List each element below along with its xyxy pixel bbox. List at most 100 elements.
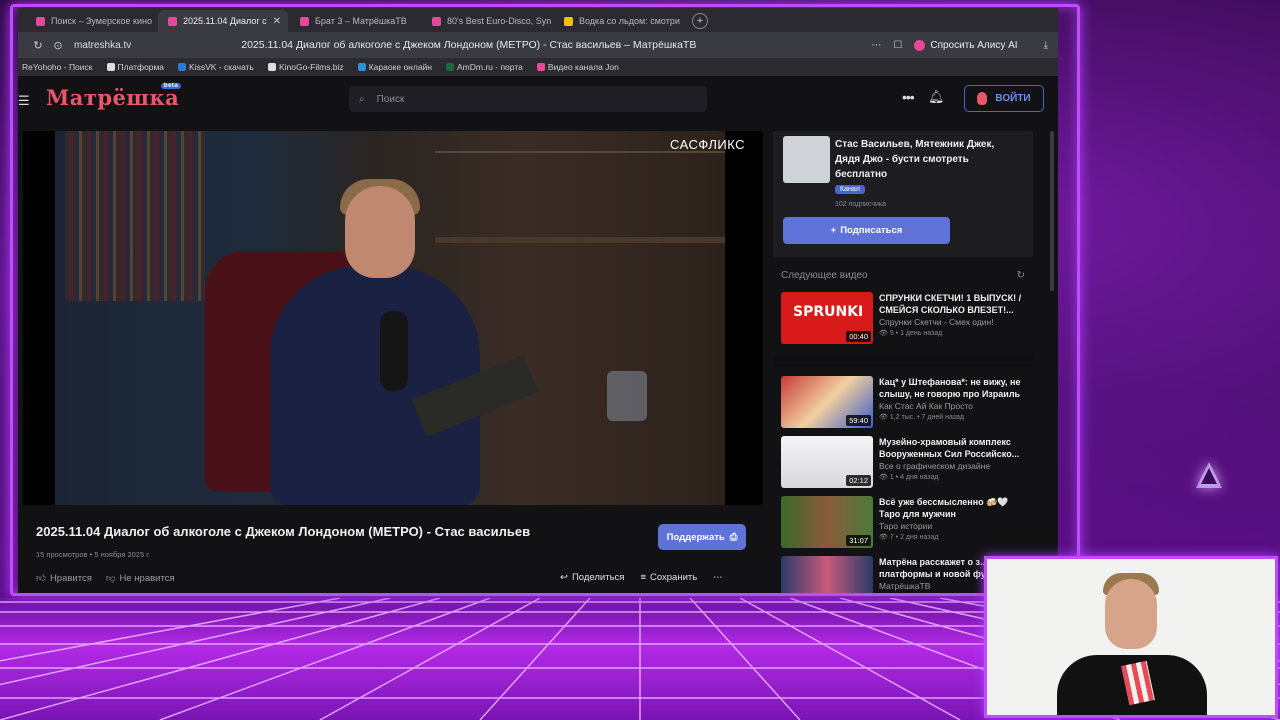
video-watermark: САСФЛИКС xyxy=(670,137,746,152)
search-icon: ⌕ xyxy=(359,93,365,105)
bookmark-icon[interactable]: ☐ xyxy=(893,40,902,51)
stats-text: 7 • 2 дня назад xyxy=(889,534,939,541)
share-button[interactable]: ↩ Поделиться xyxy=(560,572,624,583)
bookmark-item[interactable]: Платформа xyxy=(106,62,165,72)
download-icon[interactable]: ⤓ xyxy=(1044,40,1048,51)
video-card-stats: 👁︎ 5 • 1 день назад xyxy=(879,329,1029,337)
share-label: Поделиться xyxy=(571,572,625,583)
login-button[interactable]: ВОЙТИ xyxy=(964,85,1044,112)
video-actions: ↩ Поделиться ≡ Сохранить ⋯ xyxy=(560,572,723,583)
video-card-title: СПРУНКИ СКЕТЧИ! 1 ВЫПУСК! / СМЕЙСЯ СКОЛЬ… xyxy=(879,293,1022,315)
eye-icon: 👁︎ xyxy=(879,534,890,541)
video-card-channel: Как Стас Ай Как Просто xyxy=(879,401,973,411)
bookmarks-bar: ReYohoho - Поиск Платформа KissVK - скач… xyxy=(18,58,1058,76)
stats-text: 1 • 4 дня назад xyxy=(889,474,939,481)
add-user-icon: + xyxy=(830,225,837,236)
subscriber-count: 102 подписчика xyxy=(835,201,887,208)
bookmark-label: KissVK - скачать xyxy=(189,62,254,72)
channel-badge: Канал xyxy=(835,185,865,194)
tab-title: Поиск – Зумерское кино xyxy=(51,16,152,26)
tab-favicon xyxy=(564,16,573,26)
tab-4[interactable]: Водка со льдом: смотри xyxy=(554,10,684,32)
tab-close-icon[interactable]: ✕ xyxy=(273,16,281,27)
tab-title: Водка со льдом: смотри xyxy=(579,16,680,26)
more-icon[interactable]: ⋯ xyxy=(871,40,881,51)
bookmark-item[interactable]: Видео канала Jon xyxy=(536,62,619,72)
reload-icon[interactable]: ↻ xyxy=(28,39,48,52)
tab-favicon xyxy=(36,16,45,26)
next-video-card[interactable]: SPRUNKI 00:40 СПРУНКИ СКЕТЧИ! 1 ВЫПУСК! … xyxy=(781,292,1031,348)
subscribe-button[interactable]: + Подписаться xyxy=(783,217,950,244)
upload-date: 5 ноября 2025 г. xyxy=(94,550,151,559)
autoplay-icon[interactable]: ↻ xyxy=(1017,270,1025,281)
url-field[interactable]: matreshka.tv xyxy=(74,40,131,51)
beta-badge: beta xyxy=(160,83,182,89)
gift-icon: ⎙ xyxy=(729,531,738,543)
like-button[interactable]: 👍︎ Нравится xyxy=(36,572,92,585)
bookmark-label: Видео канала Jon xyxy=(547,62,619,72)
recommendation-card[interactable]: 02:12 Музейно-храмовый комплекс Вооружен… xyxy=(781,436,1031,492)
bookmark-item[interactable]: ReYohoho - Поиск xyxy=(22,62,93,72)
stats-text: 5 • 1 день назад xyxy=(889,330,943,337)
tab-title: Брат 3 – МатрёшкаТВ xyxy=(315,16,407,26)
menu-icon[interactable]: ☰ xyxy=(18,93,30,109)
new-tab-icon[interactable]: + xyxy=(692,13,708,29)
tab-2[interactable]: Брат 3 – МатрёшкаТВ xyxy=(290,10,420,32)
notifications-icon[interactable]: 🔔︎ xyxy=(928,89,945,105)
eye-icon: 👁︎ xyxy=(879,414,890,421)
browser-window: Поиск – Зумерское кино 2025.11.04 Диалог… xyxy=(18,8,1058,593)
more-actions-icon[interactable]: ⋯ xyxy=(713,572,723,583)
person-head xyxy=(345,186,415,278)
tab-favicon xyxy=(300,16,309,26)
channel-name[interactable]: Стас Васильев, Мятежник Джек, Дядя Джо -… xyxy=(835,137,1020,182)
like-label: Нравится xyxy=(49,572,92,584)
recommendation-card[interactable]: 59:40 Кац* у Штефанова*: не вижу, не слы… xyxy=(781,376,1031,432)
bookmark-item[interactable]: KissVK - скачать xyxy=(178,62,254,72)
save-button[interactable]: ≡ Сохранить xyxy=(640,572,697,583)
dislike-label: Не нравится xyxy=(119,572,175,584)
channel-avatar[interactable] xyxy=(783,136,830,183)
login-label: ВОЙТИ xyxy=(995,93,1031,104)
bookmark-item[interactable]: Караоке онлайн xyxy=(357,62,432,72)
tab-0[interactable]: Поиск – Зумерское кино xyxy=(26,10,156,32)
bookmark-label: ReYohoho - Поиск xyxy=(22,62,93,72)
tab-3[interactable]: 80's Best Euro-Disco, Syn xyxy=(422,10,552,32)
next-video-header: Следующее видео ↻ xyxy=(781,270,1025,281)
search-input[interactable] xyxy=(376,93,677,105)
page-title-bar: 2025.11.04 Диалог об алкоголе с Джеком Л… xyxy=(241,39,697,51)
video-card-channel: Таро истории xyxy=(879,521,933,531)
bookmark-favicon xyxy=(536,63,545,71)
video-player[interactable]: САСФЛИКС xyxy=(23,131,763,505)
bookmark-label: Платформа xyxy=(117,62,165,72)
rating-actions: 👍︎ Нравится 👎︎ Не нравится xyxy=(36,572,175,585)
stats-text: 1,2 тыс. • 7 дней назад xyxy=(889,414,964,421)
tab-title: 80's Best Euro-Disco, Syn xyxy=(447,16,552,26)
channel-card: Стас Васильев, Мятежник Джек, Дядя Джо -… xyxy=(773,131,1033,257)
playlist-add-icon: ≡ xyxy=(640,572,646,583)
alice-button[interactable]: Спросить Алису AI xyxy=(914,39,1018,51)
scrollbar[interactable] xyxy=(1050,131,1054,291)
more-options-icon[interactable]: ••• xyxy=(902,89,915,105)
video-card-stats: 👁︎ 1,2 тыс. • 7 дней назад xyxy=(879,413,1029,421)
recommendation-card[interactable]: 31:07 Всё уже бессмысленно 🍻🤍 Таро для м… xyxy=(781,496,1031,552)
matryoshka-icon xyxy=(977,92,988,105)
video-thumbnail: 02:12 xyxy=(781,436,873,488)
support-button[interactable]: Поддержать ⎙ xyxy=(658,524,746,550)
tab-bar: Поиск – Зумерское кино 2025.11.04 Диалог… xyxy=(18,8,1058,32)
dislike-button[interactable]: 👎︎ Не нравится xyxy=(105,572,175,585)
bookmark-item[interactable]: KinoGo-Films.biz xyxy=(267,62,344,72)
bookmark-label: KinoGo-Films.biz xyxy=(278,62,344,72)
site-logo[interactable]: Матрёшка beta xyxy=(46,83,182,110)
bookmark-favicon xyxy=(178,63,187,71)
tab-1[interactable]: 2025.11.04 Диалог с ✕ xyxy=(158,10,288,32)
video-thumbnail: 59:40 xyxy=(781,376,873,428)
thumb-down-icon: 👎︎ xyxy=(105,573,116,584)
video-duration: 00:40 xyxy=(846,331,871,342)
site-info-icon[interactable]: ⊙ xyxy=(48,39,68,52)
bookmark-favicon xyxy=(267,63,276,71)
video-card-stats: 👁︎ 1 • 4 дня назад xyxy=(879,473,1029,481)
view-count: 15 просмотров xyxy=(36,550,88,559)
bookmark-item[interactable]: AmDm.ru - порта xyxy=(446,62,523,72)
subscribe-label: Подписаться xyxy=(840,225,903,236)
bookmark-favicon xyxy=(357,63,366,71)
